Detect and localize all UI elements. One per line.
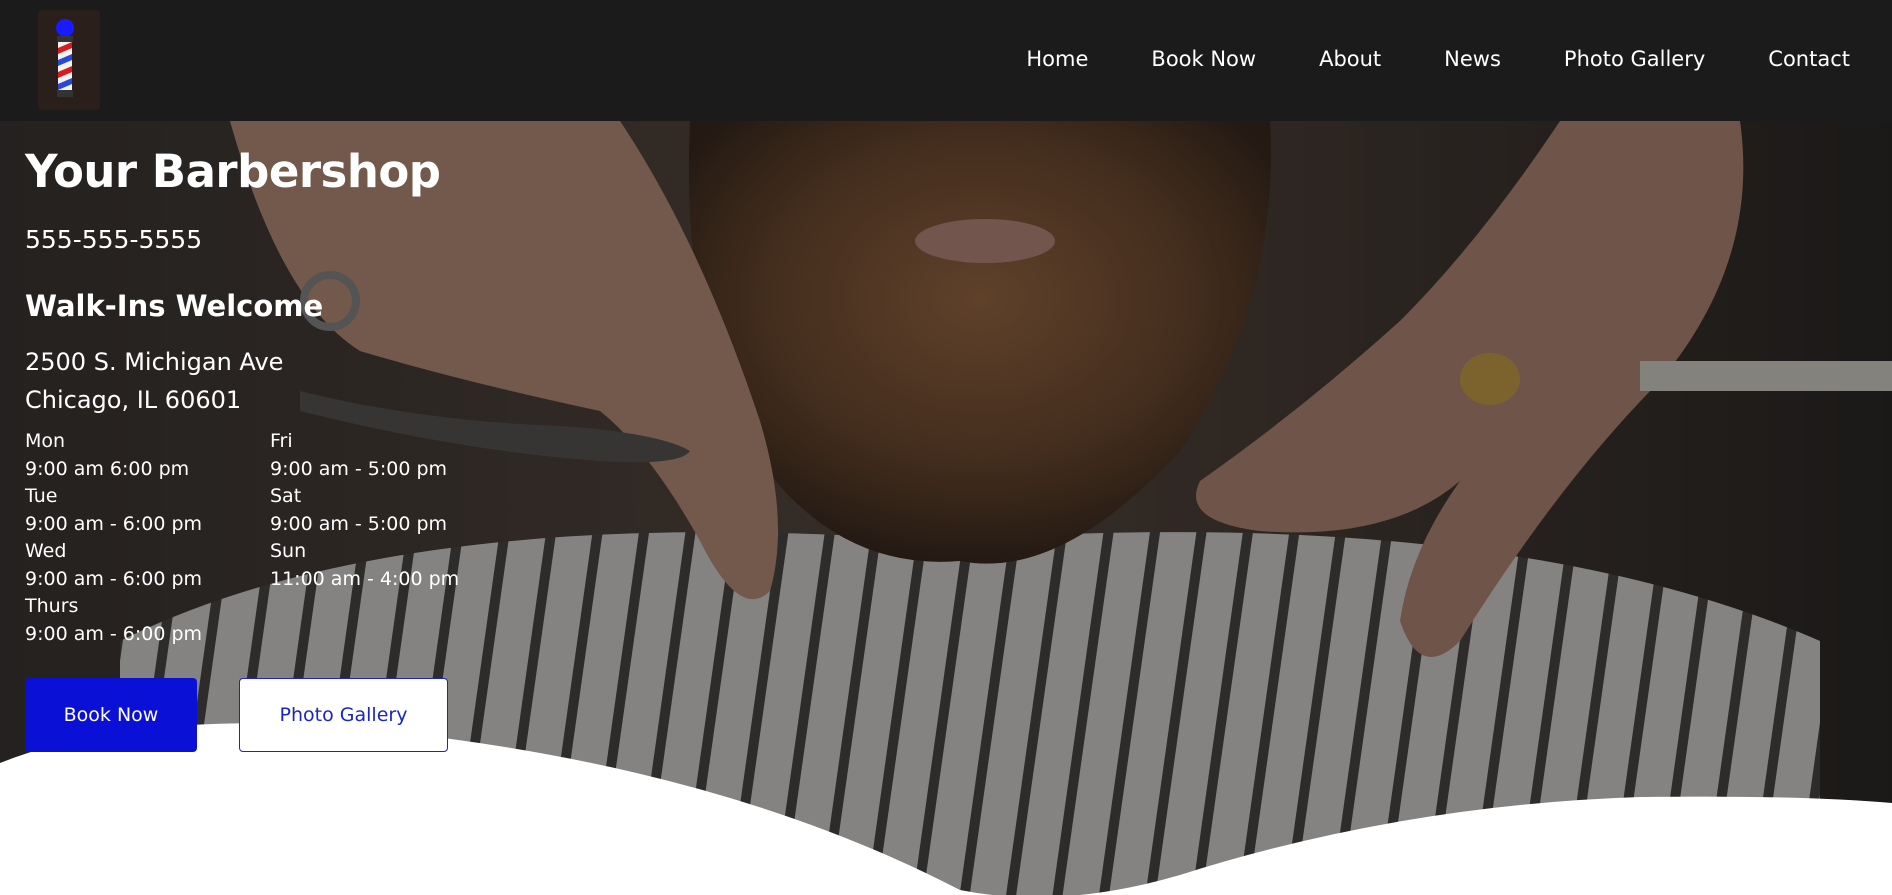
day-label: Mon bbox=[25, 430, 66, 452]
day-label: Wed bbox=[25, 540, 67, 562]
hero-buttons: Book Now Photo Gallery bbox=[25, 678, 448, 752]
day-label: Sat bbox=[270, 485, 302, 507]
nav-about[interactable]: About bbox=[1319, 47, 1381, 71]
hero-section: Your Barbershop 555-555-5555 Walk-Ins We… bbox=[0, 121, 1892, 895]
address-block: 2500 S. Michigan Ave Chicago, IL 60601 bbox=[25, 343, 283, 419]
day-time: 9:00 am 6:00 pm bbox=[25, 457, 190, 480]
page-title: Your Barbershop bbox=[25, 145, 441, 198]
day-label: Thurs bbox=[25, 595, 79, 617]
day-time: 11:00 am - 4:00 pm bbox=[270, 567, 460, 590]
day-time: 9:00 am - 6:00 pm bbox=[25, 512, 203, 535]
barber-pole-logo-icon[interactable] bbox=[38, 10, 100, 110]
book-now-button[interactable]: Book Now bbox=[25, 678, 197, 752]
nav-contact[interactable]: Contact bbox=[1768, 47, 1850, 71]
nav-photo-gallery[interactable]: Photo Gallery bbox=[1564, 47, 1705, 71]
nav-book-now[interactable]: Book Now bbox=[1151, 47, 1256, 71]
hours-wed: Wed 9:00 am - 6:00 pm bbox=[25, 538, 270, 593]
main-nav: Home Book Now About News Photo Gallery C… bbox=[1026, 0, 1850, 118]
address-line-1: 2500 S. Michigan Ave bbox=[25, 348, 284, 376]
hours-fri: Fri 9:00 am - 5:00 pm bbox=[270, 428, 505, 483]
walkins-heading: Walk-Ins Welcome bbox=[25, 289, 324, 323]
hours-sun: Sun 11:00 am - 4:00 pm bbox=[270, 538, 505, 593]
day-label: Tue bbox=[25, 485, 58, 507]
day-time: 9:00 am - 5:00 pm bbox=[270, 512, 448, 535]
nav-news[interactable]: News bbox=[1444, 47, 1501, 71]
day-time: 9:00 am - 5:00 pm bbox=[270, 457, 448, 480]
hours-sat: Sat 9:00 am - 5:00 pm bbox=[270, 483, 505, 538]
day-time: 9:00 am - 6:00 pm bbox=[25, 622, 203, 645]
hours-thurs: Thurs 9:00 am - 6:00 pm bbox=[25, 593, 270, 648]
day-time: 9:00 am - 6:00 pm bbox=[25, 567, 203, 590]
nav-home[interactable]: Home bbox=[1026, 47, 1088, 71]
hours-tue: Tue 9:00 am - 6:00 pm bbox=[25, 483, 270, 538]
hours-mon: Mon 9:00 am 6:00 pm bbox=[25, 428, 270, 483]
phone-number: 555-555-5555 bbox=[25, 225, 203, 254]
photo-gallery-button[interactable]: Photo Gallery bbox=[239, 678, 448, 752]
day-label: Fri bbox=[270, 430, 293, 452]
address-line-2: Chicago, IL 60601 bbox=[25, 386, 242, 414]
top-navbar: Home Book Now About News Photo Gallery C… bbox=[0, 0, 1892, 121]
opening-hours: Mon 9:00 am 6:00 pm Fri 9:00 am - 5:00 p… bbox=[25, 428, 505, 648]
day-label: Sun bbox=[270, 540, 307, 562]
